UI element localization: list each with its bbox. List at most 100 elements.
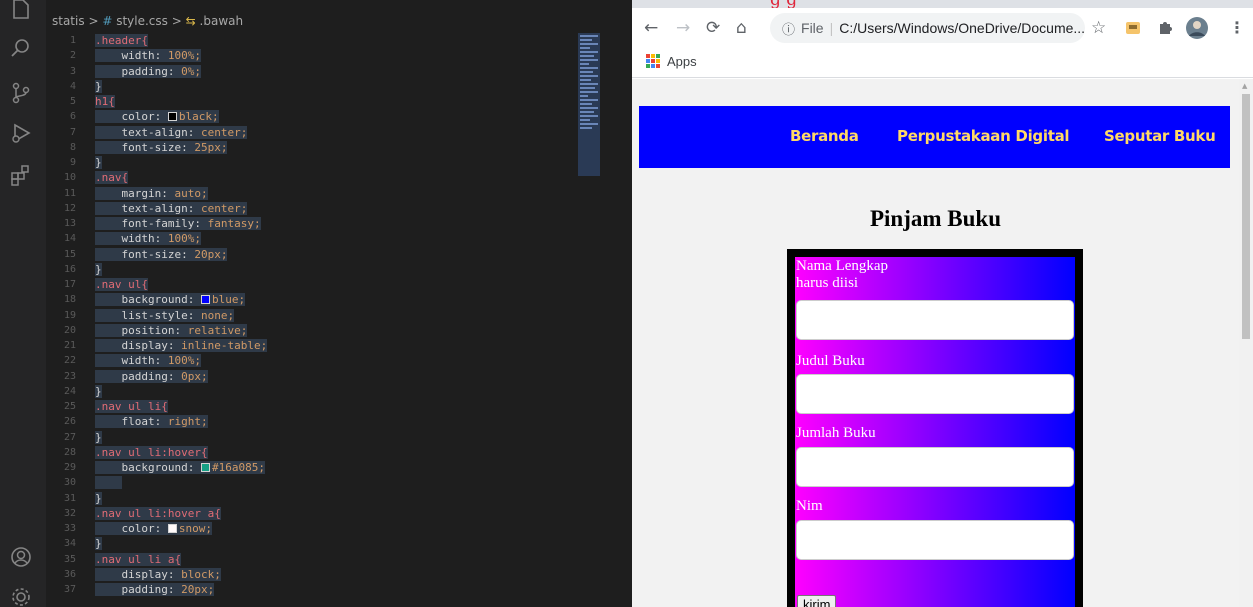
line-number: 33 <box>63 523 76 534</box>
css-property: display <box>121 339 168 352</box>
css-file-icon: # <box>102 14 113 28</box>
css-selector: .header{ <box>95 34 148 47</box>
code-line: text-align: center; <box>95 125 575 140</box>
bookmark-star-icon[interactable]: ☆ <box>1091 19 1106 37</box>
line-number: 28 <box>63 446 76 458</box>
css-property: list-style <box>121 308 188 322</box>
run-debug-icon[interactable] <box>6 118 36 148</box>
scroll-up-arrow-icon[interactable]: ▲ <box>1242 82 1247 90</box>
code-line: float: right; <box>95 414 575 429</box>
css-value: center; <box>200 201 248 215</box>
breadcrumb-symbol[interactable]: .bawah <box>200 14 244 28</box>
code-editor[interactable]: statis > # style.css > ⇆ .bawah 12345678… <box>0 0 632 607</box>
line-number: 10 <box>63 172 76 184</box>
code-line: padding: 0px; <box>95 369 575 384</box>
line-number: 37 <box>63 584 76 595</box>
page-viewport: Beranda Perpustakaan Digital Seputar Buk… <box>632 79 1239 607</box>
extension-icon[interactable] <box>1124 19 1142 41</box>
address-bar[interactable]: ⓘ File | C:/Users/Windows/OneDrive/Docum… <box>770 13 1085 43</box>
loan-form: Nama Lengkap harus diisi Judul Buku Juml… <box>795 257 1075 607</box>
css-property: font-size <box>121 140 182 154</box>
breadcrumb-folder[interactable]: statis <box>52 14 85 28</box>
css-value: relative; <box>187 323 248 337</box>
css-property: padding <box>121 64 168 78</box>
activity-bar <box>0 0 46 607</box>
scheme-label: File <box>801 20 824 36</box>
nav-link-perpustakaan-digital[interactable]: Perpustakaan Digital <box>897 127 1070 145</box>
input-judul-buku[interactable] <box>796 374 1074 414</box>
input-nama-lengkap[interactable] <box>796 300 1074 340</box>
line-number: 16 <box>63 263 76 275</box>
input-nim[interactable] <box>796 520 1074 560</box>
page-title: Pinjam Buku <box>869 206 1001 231</box>
code-line: font-size: 20px; <box>95 247 575 262</box>
nav-link-beranda[interactable]: Beranda <box>790 127 859 145</box>
back-arrow-icon[interactable]: ← <box>644 18 658 38</box>
tab-strip: g g <box>632 0 1253 10</box>
color-swatch-icon[interactable] <box>200 295 210 305</box>
vertical-scrollbar[interactable]: ▲ <box>1239 79 1253 607</box>
code-line <box>95 475 575 490</box>
search-icon[interactable] <box>6 33 36 63</box>
css-property: position <box>121 323 175 337</box>
code-line: width: 100%; <box>95 231 575 246</box>
home-icon[interactable]: ⌂ <box>736 18 747 38</box>
css-selector: .nav ul li a{ <box>95 552 182 566</box>
minimap[interactable] <box>578 33 600 176</box>
bookmarks-bar: Apps <box>632 48 1253 78</box>
line-number: 24 <box>63 385 76 397</box>
line-number: 35 <box>63 553 76 565</box>
breadcrumb-file[interactable]: style.css <box>116 14 168 28</box>
css-property: width <box>121 354 155 368</box>
apps-grid-icon[interactable] <box>646 54 660 68</box>
account-icon[interactable] <box>6 542 36 572</box>
code-line: h1{ <box>95 94 575 109</box>
css-property: text-align <box>121 201 188 215</box>
line-number: 27 <box>63 431 76 443</box>
line-number: 29 <box>63 462 76 473</box>
color-swatch-icon[interactable] <box>200 463 210 472</box>
line-number: 9 <box>69 157 76 168</box>
forward-arrow-icon[interactable]: → <box>676 18 690 38</box>
css-property: float <box>121 415 155 429</box>
css-value: #16a085; <box>211 461 265 474</box>
submit-button[interactable]: kirim <box>797 595 837 607</box>
code-line: .nav ul{ <box>95 277 575 292</box>
puzzle-icon[interactable] <box>1157 19 1173 39</box>
code-area[interactable]: .header{ width: 100%; padding: 0%;} h1{ c… <box>95 33 575 597</box>
extensions-icon[interactable] <box>6 160 36 190</box>
code-line: background: #16a085; <box>95 460 575 475</box>
scrollbar-thumb[interactable] <box>1242 94 1250 339</box>
code-line: } <box>95 384 575 399</box>
color-swatch-icon[interactable] <box>167 524 177 533</box>
color-swatch-icon[interactable] <box>167 112 177 122</box>
menu-kebab-icon[interactable]: ⋮ <box>1229 19 1245 37</box>
css-property: display <box>121 567 168 581</box>
breadcrumb[interactable]: statis > # style.css > ⇆ .bawah <box>52 14 243 32</box>
files-icon[interactable] <box>6 0 36 24</box>
css-value: center; <box>200 125 248 139</box>
settings-gear-icon[interactable] <box>6 582 36 607</box>
code-line: font-size: 25px; <box>95 140 575 155</box>
code-line: .nav ul li:hover{ <box>95 445 575 460</box>
code-line: .header{ <box>95 33 575 48</box>
source-control-icon[interactable] <box>6 78 36 108</box>
code-line: width: 100%; <box>95 353 575 368</box>
css-value: 0%; <box>181 64 201 78</box>
profile-avatar[interactable] <box>1185 16 1209 44</box>
line-number: 17 <box>63 279 76 290</box>
css-property: width <box>121 49 155 63</box>
line-number: 25 <box>63 401 76 412</box>
site-navbar: Beranda Perpustakaan Digital Seputar Buk… <box>639 106 1230 168</box>
css-value: 100%; <box>167 232 201 246</box>
url-text[interactable]: C:/Users/Windows/OneDrive/Docume... <box>839 20 1085 36</box>
apps-shortcut[interactable]: Apps <box>667 54 697 69</box>
input-jumlah-buku[interactable] <box>796 447 1074 487</box>
css-property: text-align <box>121 125 188 139</box>
info-icon[interactable]: ⓘ <box>782 19 795 38</box>
line-number-gutter: 1 2 3 4 5 6 7 8 9 10 11 12 13 14 15 16 17 18 19 20 21 22 23 24 2… <box>46 33 90 597</box>
reload-icon[interactable]: ⟳ <box>706 18 720 38</box>
line-number: 6 <box>69 111 76 123</box>
nav-link-seputar-buku[interactable]: Seputar Buku <box>1104 127 1216 145</box>
hint-harus-diisi: harus diisi <box>796 275 859 291</box>
